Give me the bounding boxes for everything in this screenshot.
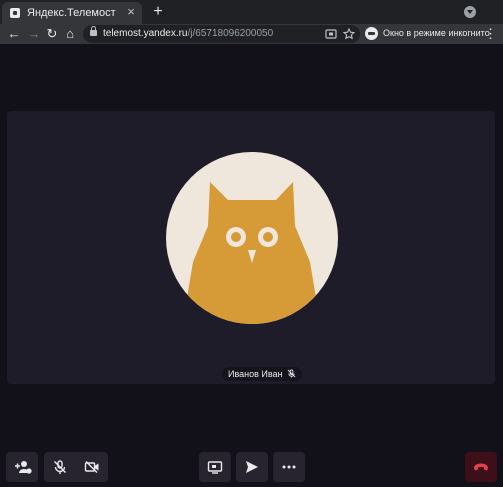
hangup-button[interactable] [465, 452, 497, 482]
add-participant-button[interactable] [6, 452, 38, 482]
more-button[interactable] [273, 452, 305, 482]
browser-toolbar: ← → ↻ ⌂ telemost.yandex.ru/j/65718096200… [0, 24, 503, 44]
browser-menu-icon[interactable]: ⋮ [484, 26, 497, 42]
cast-icon[interactable] [324, 27, 338, 41]
participant-name-chip: Иванов Иван [222, 367, 302, 381]
home-icon[interactable]: ⌂ [62, 26, 78, 42]
browser-window: Яндекс.Телемост × + ← → ↻ ⌂ telemost.yan… [0, 0, 503, 487]
url-text[interactable]: telemost.yandex.ru/j/65718096200050 [103, 28, 273, 40]
tab-title: Яндекс.Телемост [27, 7, 116, 19]
camera-off-icon [84, 461, 99, 473]
participant-name: Иванов Иван [228, 369, 283, 379]
media-controls [44, 452, 108, 482]
participant-tile: Иванов Иван [7, 111, 495, 384]
reload-icon[interactable]: ↻ [44, 26, 60, 42]
hangup-icon [474, 463, 488, 471]
screen-share-icon [207, 461, 223, 474]
camera-toggle-button[interactable] [76, 452, 108, 482]
mic-off-icon [54, 460, 66, 474]
mic-toggle-button[interactable] [44, 452, 76, 482]
tab-telemost[interactable]: Яндекс.Телемост × [2, 2, 142, 24]
mic-off-icon [287, 369, 295, 378]
forward-icon[interactable]: → [26, 26, 42, 42]
owl-avatar [166, 152, 338, 324]
owl-icon [166, 152, 338, 324]
tab-strip: Яндекс.Телемост × + [0, 0, 503, 24]
screen-share-button[interactable] [199, 452, 231, 482]
back-icon[interactable]: ← [6, 26, 22, 42]
close-icon[interactable]: × [124, 5, 138, 19]
new-tab-icon[interactable]: + [150, 4, 166, 20]
lock-icon[interactable] [90, 26, 97, 37]
incognito-label[interactable]: Окно в режиме инкогнито [383, 28, 490, 38]
bookmark-star-icon[interactable] [342, 27, 356, 41]
telemost-logo-icon [10, 8, 20, 18]
incognito-icon [365, 27, 378, 40]
tab-search-icon[interactable] [464, 6, 476, 18]
address-bar[interactable]: telemost.yandex.ru/j/65718096200050 [83, 25, 360, 43]
add-participant-icon [15, 461, 32, 474]
more-icon [282, 465, 296, 469]
send-button[interactable] [236, 452, 268, 482]
send-icon [246, 461, 258, 473]
